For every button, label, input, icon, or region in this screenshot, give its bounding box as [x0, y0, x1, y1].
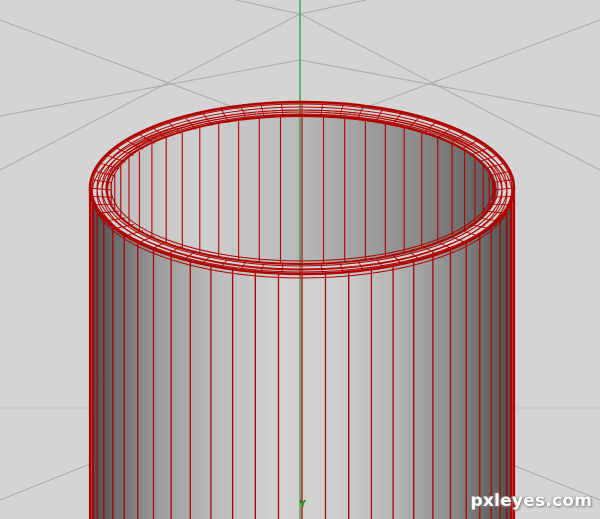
3d-viewport[interactable]: Y pxleyes.com — [0, 0, 600, 519]
viewport-scene — [0, 0, 600, 519]
watermark-logo: pxleyes.com — [470, 491, 592, 511]
y-axis-label: Y — [299, 499, 307, 510]
